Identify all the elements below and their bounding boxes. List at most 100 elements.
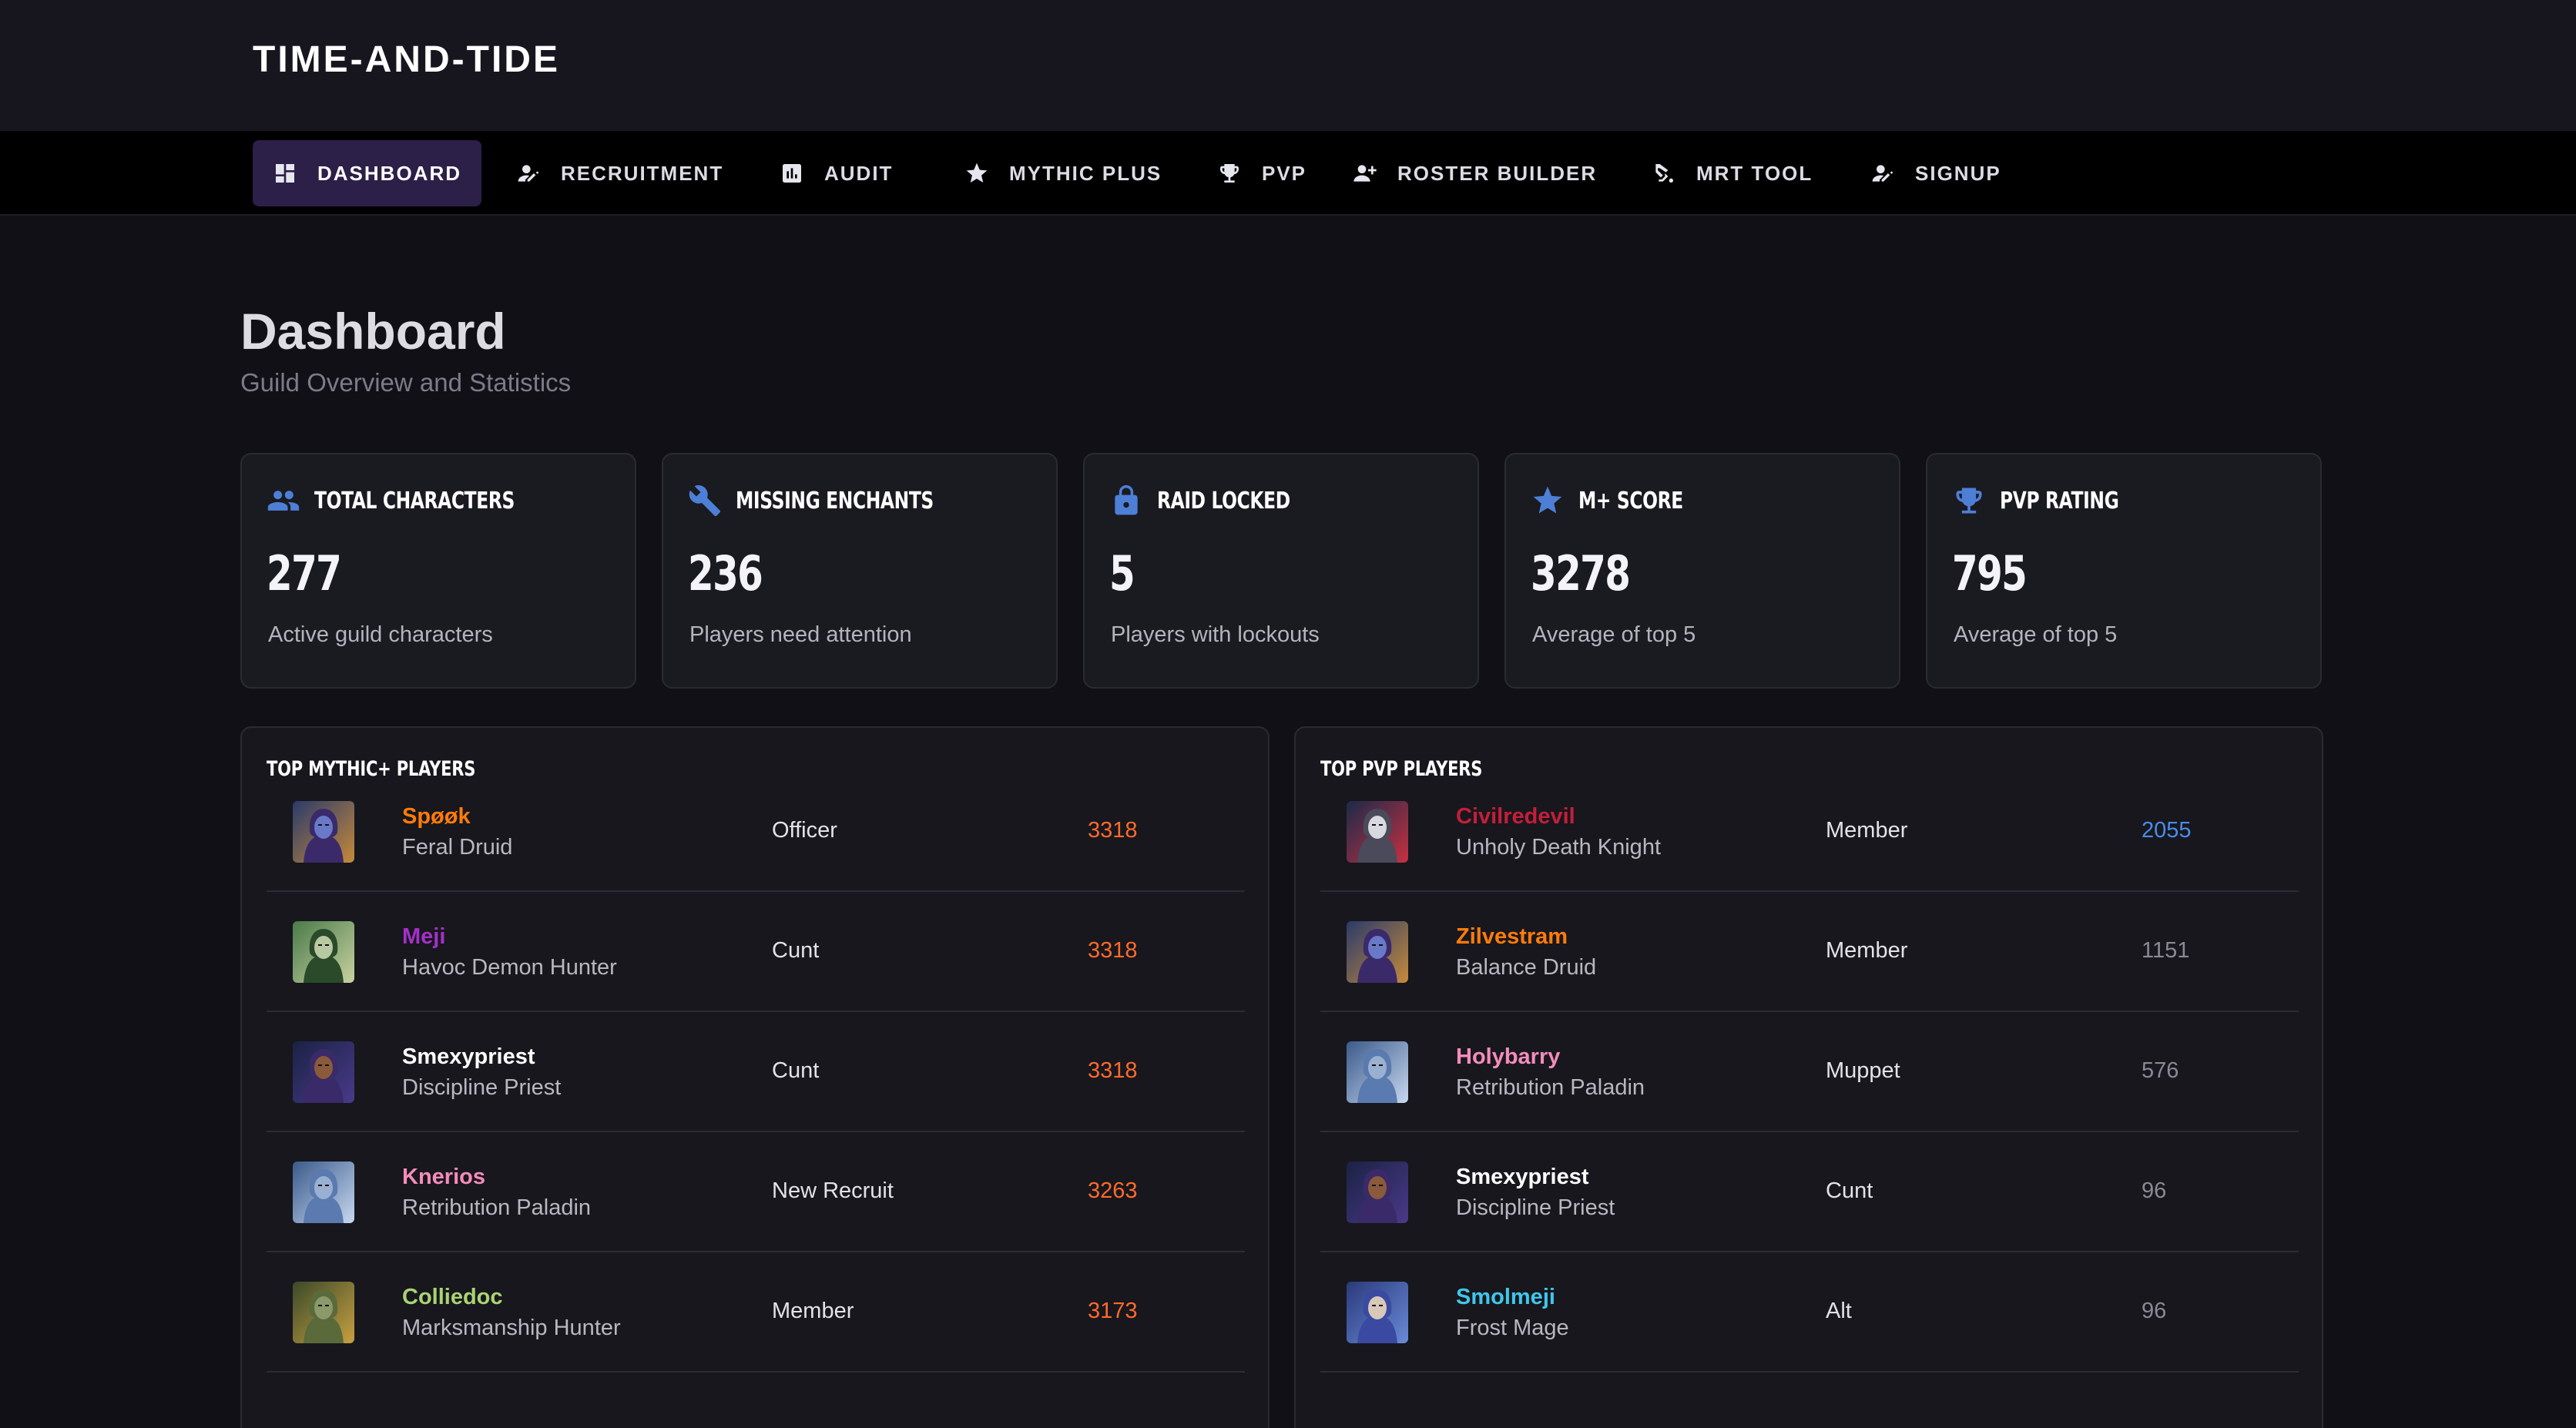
bar-chart-icon (783, 164, 801, 183)
demon-hunter-portrait (293, 921, 354, 983)
player-rank: Member (1826, 818, 1908, 843)
player-score: 3318 (1088, 818, 1138, 843)
person-edit-icon (1872, 165, 1893, 182)
avatar (1347, 1041, 1408, 1103)
stat-title: M+ SCORE (1578, 487, 1683, 515)
nav-roster-builder[interactable]: ROSTER BUILDER (1333, 140, 1617, 206)
stat-value: 236 (688, 545, 763, 602)
avatar (293, 1041, 354, 1103)
person-edit-icon (518, 165, 539, 182)
player-row[interactable]: Smexypriest Discipline Priest Cunt 96 (1320, 1132, 2299, 1252)
player-name[interactable]: Knerios (402, 1165, 485, 1190)
nav-label: MYTHIC PLUS (1009, 161, 1162, 185)
player-spec: Retribution Paladin (402, 1195, 592, 1220)
player-spec: Discipline Priest (402, 1075, 562, 1100)
player-rank: Member (1826, 938, 1908, 963)
stat-description: Average of top 5 (1532, 622, 1696, 647)
player-rank: Cunt (772, 1058, 820, 1083)
page-title: Dashboard (240, 303, 506, 360)
lock-icon (1115, 484, 1138, 515)
star-icon (966, 163, 988, 183)
hunter-portrait (293, 1282, 354, 1343)
app-title[interactable]: TIME-AND-TIDE (253, 39, 560, 81)
stat-card-pvp-rating: PVP RATING 795 Average of top 5 (1926, 453, 2322, 689)
player-name[interactable]: Meji (402, 924, 445, 950)
player-name[interactable]: Civilredevil (1456, 804, 1575, 830)
nav-signup[interactable]: SIGNUP (1850, 140, 2021, 206)
avatar (1347, 1282, 1408, 1343)
avatar (1347, 1162, 1408, 1223)
precision-tool-icon (1655, 164, 1673, 183)
top-pvp-players-panel: TOP PVP PLAYERS Civilredevil Unholy Deat… (1294, 726, 2323, 1428)
stat-value: 795 (1952, 545, 2028, 602)
avatar (293, 921, 354, 983)
nav-dashboard[interactable]: DASHBOARD (253, 140, 481, 206)
stat-card-mplus-score: M+ SCORE 3278 Average of top 5 (1504, 453, 1900, 689)
player-row[interactable]: Meji Havoc Demon Hunter Cunt 3318 (267, 892, 1245, 1012)
death-knight-portrait (1347, 801, 1408, 863)
mage-portrait (1347, 1282, 1408, 1343)
stat-description: Active guild characters (268, 622, 493, 647)
avatar (293, 1282, 354, 1343)
player-row[interactable]: Colliedoc Marksmanship Hunter Member 317… (267, 1252, 1245, 1373)
player-name[interactable]: Zilvestram (1456, 924, 1568, 950)
player-score: 3263 (1088, 1178, 1138, 1203)
player-name[interactable]: Holybarry (1456, 1044, 1560, 1070)
nav-mythic-plus[interactable]: MYTHIC PLUS (944, 140, 1182, 206)
stat-value: 277 (267, 545, 342, 602)
player-name[interactable]: Spøøk (402, 804, 471, 830)
stat-description: Players need attention (689, 622, 912, 647)
player-score: 3173 (1088, 1299, 1138, 1323)
player-row[interactable]: Zilvestram Balance Druid Member 1151 (1320, 892, 2299, 1012)
nav-label: DASHBOARD (317, 161, 461, 185)
trophy-icon (1956, 488, 1982, 514)
nav-recruitment[interactable]: RECRUITMENT (496, 140, 743, 206)
person-add-icon (1353, 165, 1377, 182)
player-row[interactable]: Smolmeji Frost Mage Alt 96 (1320, 1252, 2299, 1373)
player-spec: Havoc Demon Hunter (402, 955, 617, 980)
nav-audit[interactable]: AUDIT (760, 140, 913, 206)
player-row[interactable]: Smexypriest Discipline Priest Cunt 3318 (267, 1012, 1245, 1132)
player-score: 3318 (1088, 1058, 1138, 1083)
stat-card-raid-locked: RAID LOCKED 5 Players with lockouts (1083, 453, 1479, 689)
player-rank: Member (772, 1299, 854, 1323)
player-row[interactable]: Knerios Retribution Paladin New Recruit … (267, 1132, 1245, 1252)
player-spec: Marksmanship Hunter (402, 1316, 621, 1340)
player-rank: Cunt (772, 938, 820, 963)
top-mythic-players-panel: TOP MYTHIC+ PLAYERS Spøøk Feral Druid Of… (240, 726, 1270, 1428)
nav-label: MRT TOOL (1696, 161, 1813, 185)
player-rank: New Recruit (772, 1178, 894, 1203)
player-row[interactable]: Civilredevil Unholy Death Knight Member … (1320, 772, 2299, 892)
main-nav: DASHBOARD RECRUITMENT AUDIT MYTHIC PLUS … (0, 131, 2576, 216)
player-score: 3318 (1088, 938, 1138, 963)
stat-card-missing-enchants: MISSING ENCHANTS 236 Players need attent… (662, 453, 1058, 689)
stat-value: 3278 (1531, 545, 1631, 602)
player-name[interactable]: Colliedoc (402, 1285, 503, 1310)
avatar (293, 801, 354, 863)
player-score: 1151 (2142, 938, 2190, 963)
paladin-portrait (293, 1162, 354, 1223)
player-name[interactable]: Smexypriest (1456, 1165, 1589, 1190)
player-score: 576 (2142, 1058, 2179, 1083)
avatar (293, 1162, 354, 1223)
player-spec: Balance Druid (1456, 955, 1597, 980)
stat-card-total-characters: TOTAL CHARACTERS 277 Active guild charac… (240, 453, 636, 689)
app-header: TIME-AND-TIDE (0, 0, 2576, 131)
nav-mrt-tool[interactable]: MRT TOOL (1632, 140, 1833, 206)
nav-label: RECRUITMENT (561, 161, 724, 185)
player-row[interactable]: Holybarry Retribution Paladin Muppet 576 (1320, 1012, 2299, 1132)
nav-label: ROSTER BUILDER (1397, 161, 1598, 185)
player-rank: Cunt (1826, 1178, 1873, 1203)
player-rank: Alt (1826, 1299, 1852, 1323)
player-spec: Retribution Paladin (1456, 1075, 1645, 1100)
group-icon (267, 491, 300, 511)
player-spec: Unholy Death Knight (1456, 835, 1661, 860)
nav-pvp[interactable]: PVP (1197, 140, 1327, 206)
player-spec: Feral Druid (402, 835, 513, 860)
player-name[interactable]: Smexypriest (402, 1044, 535, 1070)
player-row[interactable]: Spøøk Feral Druid Officer 3318 (267, 772, 1245, 892)
player-name[interactable]: Smolmeji (1456, 1285, 1555, 1310)
druid-portrait (293, 801, 354, 863)
avatar (1347, 921, 1408, 983)
wrench-icon (689, 485, 721, 517)
